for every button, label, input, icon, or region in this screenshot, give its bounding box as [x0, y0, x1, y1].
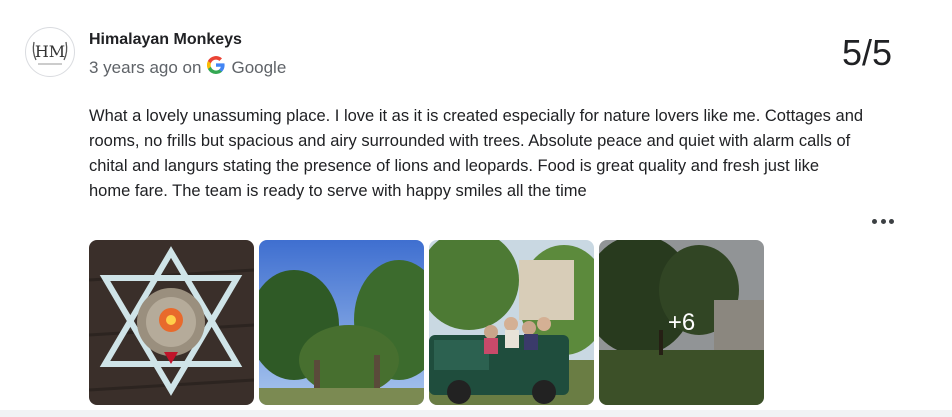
author-avatar[interactable]: HM: [25, 27, 75, 77]
review-photo-3[interactable]: [429, 240, 594, 405]
svg-text:HM: HM: [35, 42, 65, 61]
review-source: Google: [231, 57, 287, 77]
review-photo-2[interactable]: [259, 240, 424, 405]
author-name[interactable]: Himalayan Monkeys: [89, 31, 242, 49]
google-logo-icon: [207, 56, 226, 79]
review-meta: 3 years ago on Google: [89, 56, 286, 79]
more-photos-count[interactable]: +6: [599, 240, 764, 405]
review-score: 5/5: [841, 32, 892, 73]
divider: [0, 410, 952, 417]
more-horizontal-icon[interactable]: [872, 214, 894, 228]
review-photo-1[interactable]: [89, 240, 254, 405]
review-photo-4-more[interactable]: +6: [599, 240, 764, 405]
review-time: 3 years ago on: [89, 57, 202, 77]
review-text: What a lovely unassuming place. I love i…: [89, 107, 864, 200]
